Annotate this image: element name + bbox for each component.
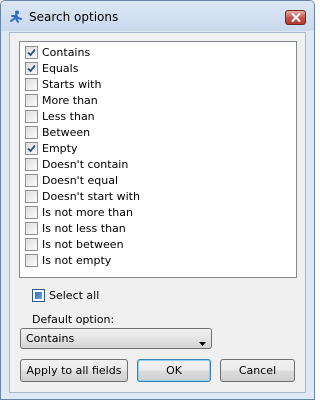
option-item[interactable]: Doesn't contain (23, 156, 293, 172)
option-label: Doesn't contain (42, 158, 129, 171)
apply-to-all-fields-button[interactable]: Apply to all fields (20, 359, 128, 382)
option-checkbox[interactable] (25, 62, 38, 75)
option-item[interactable]: More than (23, 92, 293, 108)
option-item[interactable]: Is not more than (23, 204, 293, 220)
close-icon (291, 13, 301, 22)
select-all-label: Select all (49, 289, 100, 302)
dialog-body: Contains Equals Starts with More than Less t… (9, 32, 306, 393)
option-checkbox[interactable] (25, 222, 38, 235)
option-checkbox[interactable] (25, 158, 38, 171)
option-label: Is not empty (42, 254, 112, 267)
checkmark-icon (27, 64, 36, 73)
option-label: Is not less than (42, 222, 126, 235)
title-bar[interactable]: Search options (1, 1, 314, 31)
option-checkbox[interactable] (25, 206, 38, 219)
option-checkbox[interactable] (25, 126, 38, 139)
option-label: More than (42, 94, 98, 107)
default-option-value: Contains (26, 332, 75, 345)
option-label: Doesn't equal (42, 174, 119, 187)
option-item[interactable]: Between (23, 124, 293, 140)
default-option-dropdown[interactable]: Contains (20, 328, 212, 349)
option-label: Less than (42, 110, 95, 123)
option-label: Starts with (42, 78, 102, 91)
option-checkbox[interactable] (25, 174, 38, 187)
checkmark-icon (27, 144, 36, 153)
option-label: Between (42, 126, 91, 139)
option-item[interactable]: Contains (23, 44, 293, 60)
option-checkbox[interactable] (25, 190, 38, 203)
option-label: Empty (42, 142, 78, 155)
option-item[interactable]: Equals (23, 60, 293, 76)
option-label: Is not between (42, 238, 124, 251)
option-item[interactable]: Less than (23, 108, 293, 124)
select-all-checkbox[interactable]: Select all (32, 288, 152, 304)
option-label: Contains (42, 46, 91, 59)
option-item[interactable]: Is not between (23, 236, 293, 252)
option-checkbox[interactable] (25, 46, 38, 59)
option-checkbox[interactable] (25, 238, 38, 251)
option-item[interactable]: Doesn't start with (23, 188, 293, 204)
option-checkbox[interactable] (25, 254, 38, 267)
option-checkbox[interactable] (25, 110, 38, 123)
option-checkbox[interactable] (25, 94, 38, 107)
search-runner-icon (9, 10, 23, 24)
window-title: Search options (29, 10, 119, 24)
search-options-dialog: Search options Contains Equals Starts with… (0, 0, 315, 400)
option-item[interactable]: Is not less than (23, 220, 293, 236)
option-item[interactable]: Is not empty (23, 252, 293, 268)
option-checkbox[interactable] (25, 78, 38, 91)
close-button[interactable] (285, 10, 306, 25)
option-checkbox[interactable] (25, 142, 38, 155)
ok-button[interactable]: OK (137, 359, 211, 382)
option-label: Equals (42, 62, 79, 75)
search-options-list[interactable]: Contains Equals Starts with More than Less t… (19, 41, 297, 278)
option-item[interactable]: Empty (23, 140, 293, 156)
default-option-label: Default option: (32, 313, 115, 326)
option-item[interactable]: Starts with (23, 76, 293, 92)
checkmark-icon (27, 48, 36, 57)
option-label: Is not more than (42, 206, 133, 219)
chevron-down-icon (199, 336, 206, 349)
option-label: Doesn't start with (42, 190, 140, 203)
cancel-button[interactable]: Cancel (220, 359, 295, 382)
select-all-box[interactable] (32, 289, 45, 302)
option-item[interactable]: Doesn't equal (23, 172, 293, 188)
